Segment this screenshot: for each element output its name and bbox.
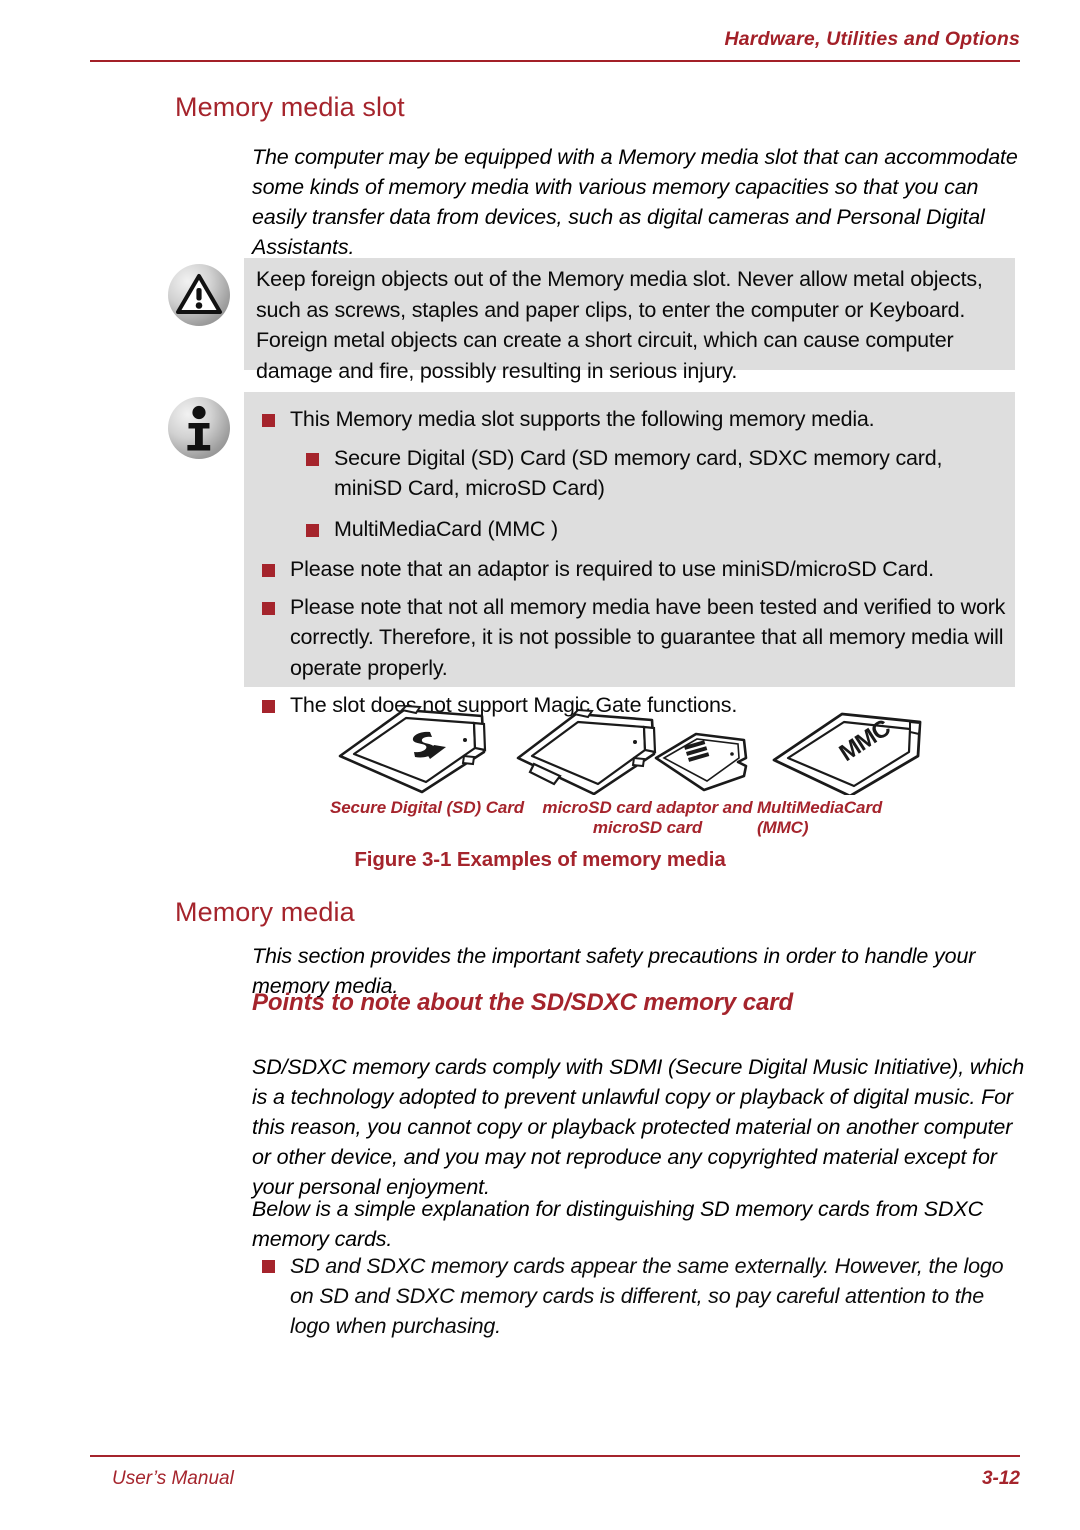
mmc-card-icon: MMC	[772, 712, 922, 798]
subsection-paragraph-2: Below is a simple explanation for distin…	[252, 1197, 983, 1251]
intro-paragraph-slot: The computer may be equipped with a Memo…	[252, 145, 1018, 259]
subsection-bullet-list: SD and SDXC memory cards appear the same…	[262, 1251, 1020, 1348]
bullet-square-icon	[306, 452, 319, 466]
list-item-label: Secure Digital (SD) Card (SD memory card…	[334, 445, 943, 501]
list-item-label: MultiMediaCard (MMC )	[334, 516, 558, 541]
microsd-adaptor-icon	[516, 708, 657, 796]
info-note-list: This Memory media slot supports the foll…	[262, 404, 1012, 728]
footer-manual-label: User’s Manual	[112, 1468, 234, 1489]
figure-card-label-microsd: microSD card adaptor and microSD card	[542, 798, 753, 837]
section-title-memory-media: Memory media	[175, 897, 355, 927]
sd-card-icon	[338, 704, 487, 794]
manual-page: Hardware, Utilities and Options Memory m…	[0, 0, 1080, 1530]
figure-caption: Figure 3-1 Examples of memory media	[354, 848, 726, 871]
info-note-sublist: Secure Digital (SD) Card (SD memory card…	[306, 443, 1012, 545]
bullet-square-icon	[306, 523, 319, 537]
bullet-square-icon	[262, 414, 275, 427]
header-rule	[90, 60, 1020, 62]
bullet-square-icon	[262, 564, 275, 577]
list-item-label: Please note that not all memory media ha…	[290, 594, 1006, 680]
list-item: SD and SDXC memory cards appear the same…	[262, 1251, 1020, 1341]
footer-page-number: 3-12	[981, 1468, 1020, 1489]
running-head: Hardware, Utilities and Options	[724, 28, 1020, 50]
information-icon	[168, 397, 230, 459]
list-item: Please note that not all memory media ha…	[262, 592, 1012, 684]
list-item-label: SD and SDXC memory cards appear the same…	[290, 1254, 1004, 1338]
list-item-label: Please note that an adaptor is required …	[290, 557, 934, 581]
list-item: MultiMediaCard (MMC )	[306, 514, 1012, 545]
list-item: This Memory media slot supports the foll…	[262, 404, 1012, 545]
figure-card-label-mmc: MultiMediaCard (MMC)	[757, 798, 883, 837]
microsd-card-icon	[654, 732, 748, 792]
warning-note-text: Keep foreign objects out of the Memory m…	[256, 267, 983, 383]
list-item: Secure Digital (SD) Card (SD memory card…	[306, 443, 1012, 504]
page-title-memory-media-slot: Memory media slot	[175, 92, 405, 122]
list-item: Please note that an adaptor is required …	[262, 554, 1012, 585]
bullet-square-icon	[262, 700, 275, 713]
figure-card-label-sd: Secure Digital (SD) Card	[329, 798, 525, 817]
bullet-square-icon	[262, 601, 275, 615]
bullet-square-icon	[262, 1260, 275, 1273]
warning-triangle-icon	[168, 264, 230, 326]
subsection-paragraph-1: SD/SDXC memory cards comply with SDMI (S…	[252, 1055, 1025, 1199]
subsection-title-sd-sdxc: Points to note about the SD/SDXC memory …	[252, 989, 794, 1016]
memory-card-illustrations: MMC	[300, 700, 940, 798]
footer-rule	[90, 1455, 1020, 1457]
list-item-label: This Memory media slot supports the foll…	[290, 407, 875, 431]
